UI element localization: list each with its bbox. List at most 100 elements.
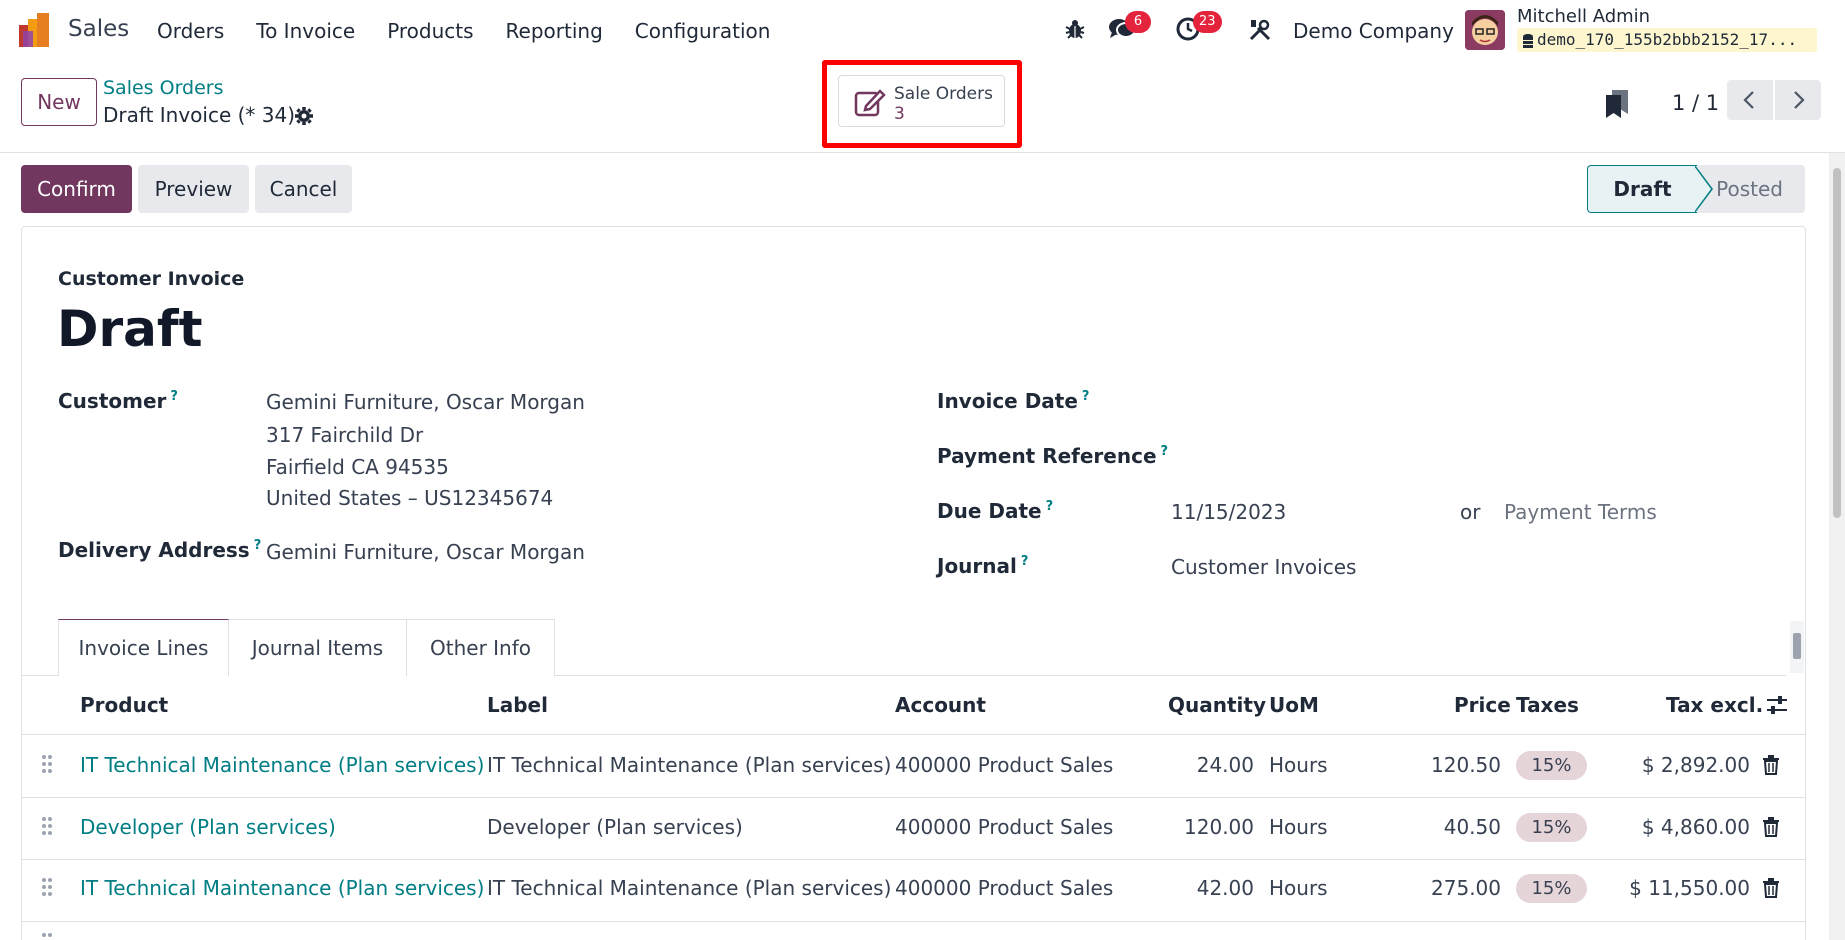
row-account[interactable]: 400000 Product Sales xyxy=(895,753,1113,777)
invoice-type: Customer Invoice xyxy=(58,268,245,290)
payment-reference-field[interactable] xyxy=(1171,441,1771,471)
customer-city: Fairfield CA 94535 xyxy=(266,455,449,479)
col-product[interactable]: Product xyxy=(80,693,168,717)
preview-button[interactable]: Preview xyxy=(138,165,249,213)
avatar[interactable] xyxy=(1465,10,1505,50)
status-arrow-fill xyxy=(1694,166,1711,212)
grip-icon[interactable] xyxy=(41,816,53,836)
payment-terms-field[interactable]: Payment Terms xyxy=(1504,500,1657,524)
customer-label: Customer? xyxy=(58,389,178,413)
col-taxes[interactable]: Taxes xyxy=(1516,693,1579,717)
smart-button-count: 3 xyxy=(894,104,905,124)
breadcrumb-sales-orders[interactable]: Sales Orders xyxy=(103,77,224,99)
row-label[interactable]: IT Technical Maintenance (Plan services) xyxy=(487,753,891,777)
company-switcher[interactable]: Demo Company xyxy=(1293,19,1454,43)
sale-orders-smart-button[interactable]: Sale Orders 3 xyxy=(838,75,1005,127)
journal-field[interactable]: Customer Invoices xyxy=(1171,555,1356,579)
col-account[interactable]: Account xyxy=(895,693,986,717)
database-chip: demo_170_155b2bbb2152_17... xyxy=(1517,28,1817,52)
sliders-icon[interactable] xyxy=(1766,694,1788,716)
pager-value[interactable]: 1 / 1 xyxy=(1672,91,1719,115)
customer-name[interactable]: Gemini Furniture, Oscar Morgan xyxy=(266,390,585,414)
row-product[interactable]: Developer (Plan services) xyxy=(80,815,336,839)
delivery-address-field[interactable]: Gemini Furniture, Oscar Morgan xyxy=(266,540,585,564)
new-button[interactable]: New xyxy=(21,78,97,126)
bug-icon[interactable] xyxy=(1064,18,1086,40)
menu-products[interactable]: Products xyxy=(387,19,473,43)
col-label[interactable]: Label xyxy=(487,693,548,717)
app-logo-icon[interactable] xyxy=(19,13,55,47)
row-tax-badge[interactable]: 15% xyxy=(1516,874,1587,903)
row-subtotal: $ 4,860.00 xyxy=(1641,815,1750,839)
trash-icon[interactable] xyxy=(1762,755,1780,775)
grip-icon[interactable] xyxy=(41,932,53,940)
confirm-button[interactable]: Confirm xyxy=(21,165,132,213)
row-product[interactable]: IT Technical Maintenance (Plan services) xyxy=(80,753,484,777)
col-uom[interactable]: UoM xyxy=(1269,693,1319,717)
row-uom[interactable]: Hours xyxy=(1269,753,1328,777)
bookmark-icon[interactable] xyxy=(1606,90,1628,118)
row-label[interactable]: IT Technical Maintenance (Plan services) xyxy=(487,876,891,900)
due-date-field[interactable]: 11/15/2023 xyxy=(1171,500,1286,524)
smart-button-label: Sale Orders xyxy=(894,84,993,104)
cancel-button[interactable]: Cancel xyxy=(255,165,352,213)
chevron-left-icon xyxy=(1742,90,1756,110)
row-subtotal: $ 2,892.00 xyxy=(1641,753,1750,777)
menu-configuration[interactable]: Configuration xyxy=(635,19,771,43)
row-price[interactable]: 120.50 xyxy=(1360,753,1501,777)
trash-icon[interactable] xyxy=(1762,817,1780,837)
row-tax-badge[interactable]: 15% xyxy=(1516,751,1587,780)
journal-label: Journal? xyxy=(937,554,1029,578)
due-date-label: Due Date? xyxy=(937,499,1054,523)
row-subtotal: $ 11,550.00 xyxy=(1629,876,1750,900)
row-account[interactable]: 400000 Product Sales xyxy=(895,815,1113,839)
payment-reference-label: Payment Reference? xyxy=(937,444,1169,468)
chevron-right-icon xyxy=(1792,90,1806,110)
grip-icon[interactable] xyxy=(41,877,53,897)
control-panel-divider xyxy=(0,152,1845,153)
gear-icon[interactable] xyxy=(294,106,314,126)
page-scrollbar-thumb[interactable] xyxy=(1833,168,1841,518)
customer-street: 317 Fairchild Dr xyxy=(266,423,424,447)
or-text: or xyxy=(1460,500,1481,524)
col-price[interactable]: Price xyxy=(1454,693,1511,717)
record-title: Draft Invoice (* 34) xyxy=(103,103,296,127)
invoice-date-field[interactable] xyxy=(1171,386,1771,416)
pencil-square-icon xyxy=(854,87,886,117)
pager-next-button[interactable] xyxy=(1775,80,1821,120)
row-tax-badge[interactable]: 15% xyxy=(1516,813,1587,842)
row-label[interactable]: Developer (Plan services) xyxy=(487,815,743,839)
grip-icon[interactable] xyxy=(41,754,53,774)
pager-previous-button[interactable] xyxy=(1727,80,1773,120)
tabs-scrollbar-thumb[interactable] xyxy=(1793,633,1801,659)
tab-invoice-lines[interactable]: Invoice Lines xyxy=(58,619,229,676)
menu-reporting[interactable]: Reporting xyxy=(506,19,603,43)
menu-orders[interactable]: Orders xyxy=(157,19,224,43)
row-price[interactable]: 40.50 xyxy=(1360,815,1501,839)
row-quantity[interactable]: 120.00 xyxy=(1100,815,1254,839)
row-account[interactable]: 400000 Product Sales xyxy=(895,876,1113,900)
row-uom[interactable]: Hours xyxy=(1269,815,1328,839)
row-uom[interactable]: Hours xyxy=(1269,876,1328,900)
status-posted[interactable]: Posted xyxy=(1697,165,1805,213)
col-tax-excl[interactable]: Tax excl. xyxy=(1666,693,1763,717)
customer-country: United States – US12345674 xyxy=(266,486,554,510)
trash-icon[interactable] xyxy=(1762,878,1780,898)
tab-journal-items[interactable]: Journal Items xyxy=(228,619,407,676)
row-product[interactable]: IT Technical Maintenance (Plan services) xyxy=(80,876,484,900)
activities-badge: 23 xyxy=(1193,11,1222,33)
page-scrollbar[interactable] xyxy=(1829,153,1845,940)
row-price[interactable]: 275.00 xyxy=(1360,876,1501,900)
tabs-scrollbar[interactable] xyxy=(1790,621,1804,673)
tab-other-info[interactable]: Other Info xyxy=(406,619,555,676)
status-draft[interactable]: Draft xyxy=(1587,165,1697,213)
row-quantity[interactable]: 42.00 xyxy=(1100,876,1254,900)
app-name[interactable]: Sales xyxy=(68,16,129,42)
user-name[interactable]: Mitchell Admin xyxy=(1517,6,1650,27)
tools-icon[interactable] xyxy=(1248,18,1272,42)
row-quantity[interactable]: 24.00 xyxy=(1100,753,1254,777)
delivery-address-label: Delivery Address? xyxy=(58,538,262,562)
col-quantity[interactable]: Quantity xyxy=(1168,693,1266,717)
menu-to-invoice[interactable]: To Invoice xyxy=(256,19,355,43)
database-name: demo_170_155b2bbb2152_17... xyxy=(1537,30,1798,49)
